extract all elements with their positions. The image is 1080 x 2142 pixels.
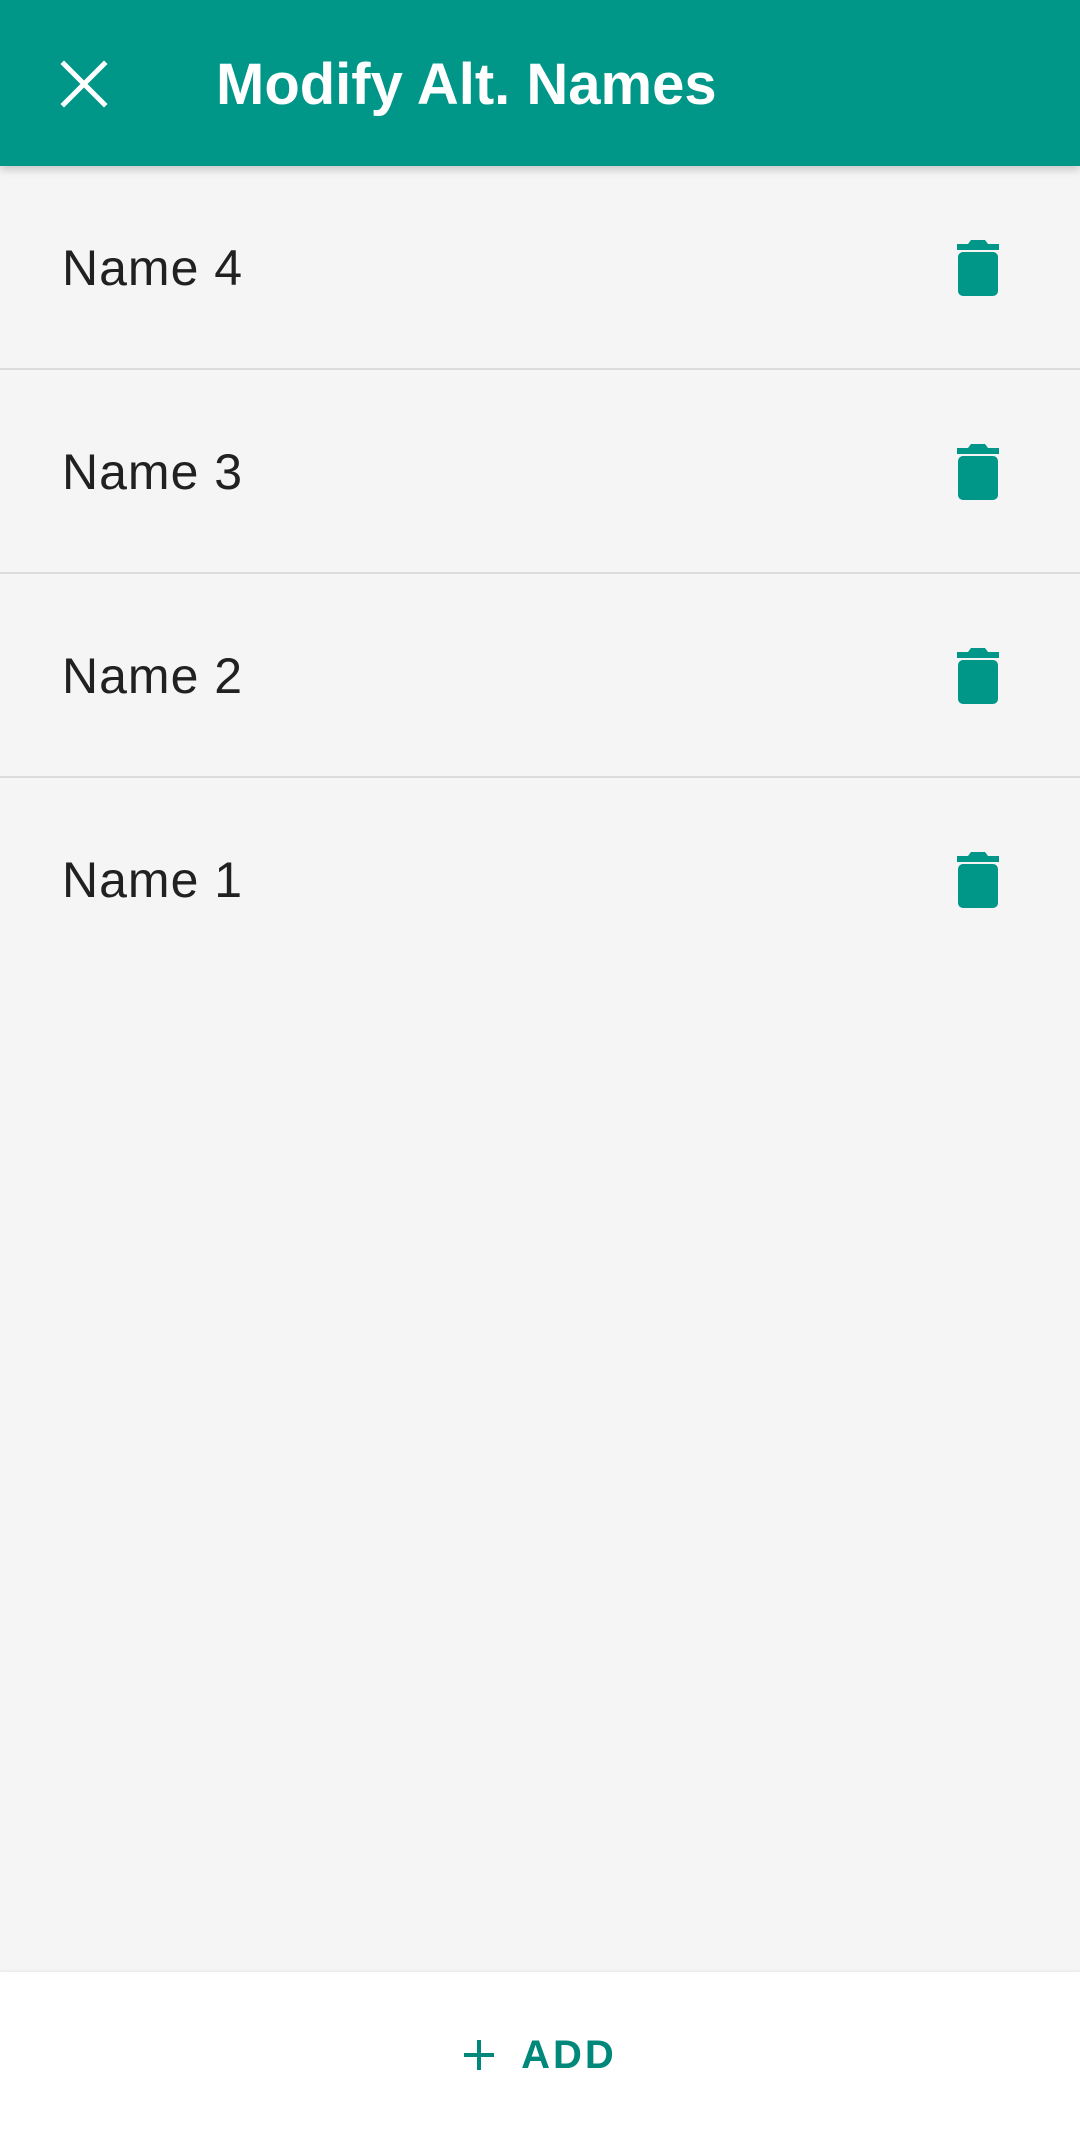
alt-names-list: Name 4 Name 3 Name 2 Name 1	[0, 166, 1080, 982]
plus-icon	[464, 2040, 495, 2070]
close-icon	[60, 60, 108, 108]
list-item-label: Name 2	[62, 648, 244, 704]
add-button[interactable]: ADD	[430, 1994, 650, 2116]
list-item[interactable]: Name 2	[0, 574, 1080, 778]
bottom-bar: ADD	[0, 1972, 1080, 2142]
delete-button[interactable]	[936, 226, 1020, 310]
trash-icon	[957, 852, 999, 908]
page-title: Modify Alt. Names	[216, 52, 717, 117]
trash-icon	[957, 444, 999, 500]
trash-icon	[957, 240, 999, 296]
list-item-label: Name 1	[62, 852, 244, 908]
list-item[interactable]: Name 3	[0, 370, 1080, 574]
close-button[interactable]	[42, 42, 126, 126]
add-button-label: ADD	[521, 2032, 617, 2077]
app-bar: Modify Alt. Names	[0, 0, 1080, 166]
list-item-label: Name 4	[62, 240, 244, 296]
list-item[interactable]: Name 4	[0, 166, 1080, 370]
list-item-label: Name 3	[62, 444, 244, 500]
delete-button[interactable]	[936, 838, 1020, 922]
trash-icon	[957, 648, 999, 704]
delete-button[interactable]	[936, 430, 1020, 514]
delete-button[interactable]	[936, 634, 1020, 718]
list-item[interactable]: Name 1	[0, 778, 1080, 982]
